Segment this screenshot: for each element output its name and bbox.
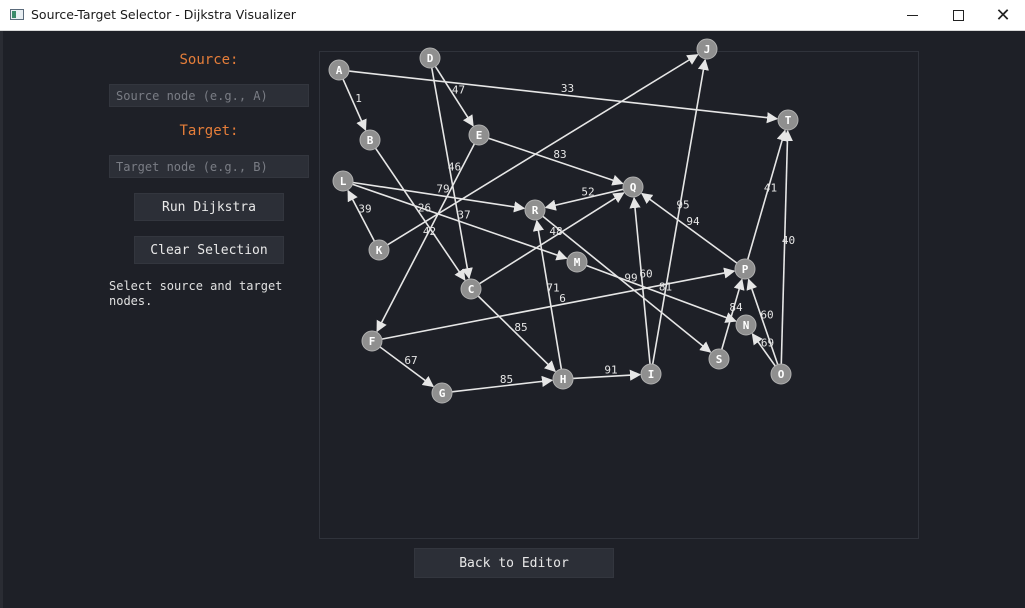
edge-weight-label: 60: [639, 268, 652, 281]
graph-node-n[interactable]: N: [735, 314, 757, 336]
edge-weight-label: 40: [782, 234, 795, 247]
graph-node-g[interactable]: G: [431, 382, 453, 404]
edge-weight-label: 85: [500, 373, 513, 386]
node-label: G: [439, 387, 446, 400]
edge-weight-label: 67: [404, 354, 417, 367]
edge-weight-label: 26: [418, 202, 431, 215]
edge-weight-label: 69: [761, 337, 774, 350]
edge-p-t: [747, 129, 788, 260]
edge-weight-label: 41: [764, 182, 777, 195]
edge-weight-label: 91: [604, 364, 617, 377]
node-label: H: [560, 373, 567, 386]
graph-node-s[interactable]: S: [708, 348, 730, 370]
node-label: D: [427, 52, 434, 65]
edge-weight-label: 71: [546, 282, 559, 295]
node-label: T: [785, 114, 792, 127]
graph-node-q[interactable]: Q: [622, 176, 644, 198]
edge-weight-label: 81: [659, 281, 672, 294]
edge-o-t: [780, 129, 794, 365]
graph-node-p[interactable]: P: [734, 258, 756, 280]
graph-svg: 1 33 47 46 83 42 26 79 37 39 52 48 85 99 71 81 6 67 85 91 60…: [328, 38, 799, 404]
edge-weight-label: 94: [686, 215, 700, 228]
node-label: I: [648, 368, 655, 381]
graph-node-d[interactable]: D: [419, 47, 441, 69]
edge-weight-label: 85: [514, 321, 527, 334]
edge-k-l: [347, 189, 376, 242]
node-label: M: [574, 256, 581, 269]
node-label: L: [340, 175, 347, 188]
graph-node-t[interactable]: T: [777, 109, 799, 131]
node-label: B: [367, 134, 374, 147]
node-label: A: [336, 64, 343, 77]
node-label: E: [476, 129, 483, 142]
edge-weight-label: 99: [624, 272, 637, 285]
edge-s-p: [721, 278, 745, 350]
node-label: J: [704, 43, 711, 56]
edge-weight-label: 37: [457, 209, 470, 222]
node-label: Q: [630, 181, 637, 194]
node-label: F: [369, 335, 376, 348]
edge-weight-label: 6: [559, 292, 566, 305]
edge-weight-label: 1: [355, 92, 362, 105]
edge-weight-label: 47: [452, 84, 465, 97]
graph-node-e[interactable]: E: [468, 124, 490, 146]
graph-node-j[interactable]: J: [696, 38, 718, 60]
edge-weight-label: 95: [676, 199, 689, 212]
edge-h-r: [532, 219, 563, 370]
graph-node-b[interactable]: B: [359, 129, 381, 151]
node-label: K: [376, 244, 383, 257]
graph-node-k[interactable]: K: [368, 239, 390, 261]
graph-node-f[interactable]: F: [361, 330, 383, 352]
edge-weight-label: 79: [436, 183, 449, 196]
edge-weight-label: 83: [553, 148, 566, 161]
graph-node-o[interactable]: O: [770, 363, 792, 385]
graph-node-c[interactable]: C: [460, 278, 482, 300]
graph-node-a[interactable]: A: [328, 59, 350, 81]
graph-node-m[interactable]: M: [566, 251, 588, 273]
node-label: P: [742, 263, 749, 276]
graph-node-h[interactable]: H: [552, 368, 574, 390]
node-label: N: [743, 319, 750, 332]
back-to-editor-button[interactable]: Back to Editor: [414, 548, 614, 578]
graph-node-l[interactable]: L: [332, 170, 354, 192]
node-label: R: [532, 204, 539, 217]
edge-weight-label: 60: [760, 309, 773, 322]
edge-weight-label: 42: [423, 225, 436, 238]
edge-weight-label: 84: [729, 301, 743, 314]
edge-weight-label: 52: [581, 186, 594, 199]
edge-weight-label: 39: [358, 203, 371, 216]
edge-weight-label: 33: [561, 82, 574, 95]
graph-node-i[interactable]: I: [640, 363, 662, 385]
edge-weight-label: 48: [549, 225, 562, 238]
edge-weight-label: 46: [448, 161, 461, 174]
graph-node-r[interactable]: R: [524, 199, 546, 221]
node-label: S: [716, 353, 723, 366]
node-label: O: [778, 368, 785, 381]
node-label: C: [468, 283, 475, 296]
